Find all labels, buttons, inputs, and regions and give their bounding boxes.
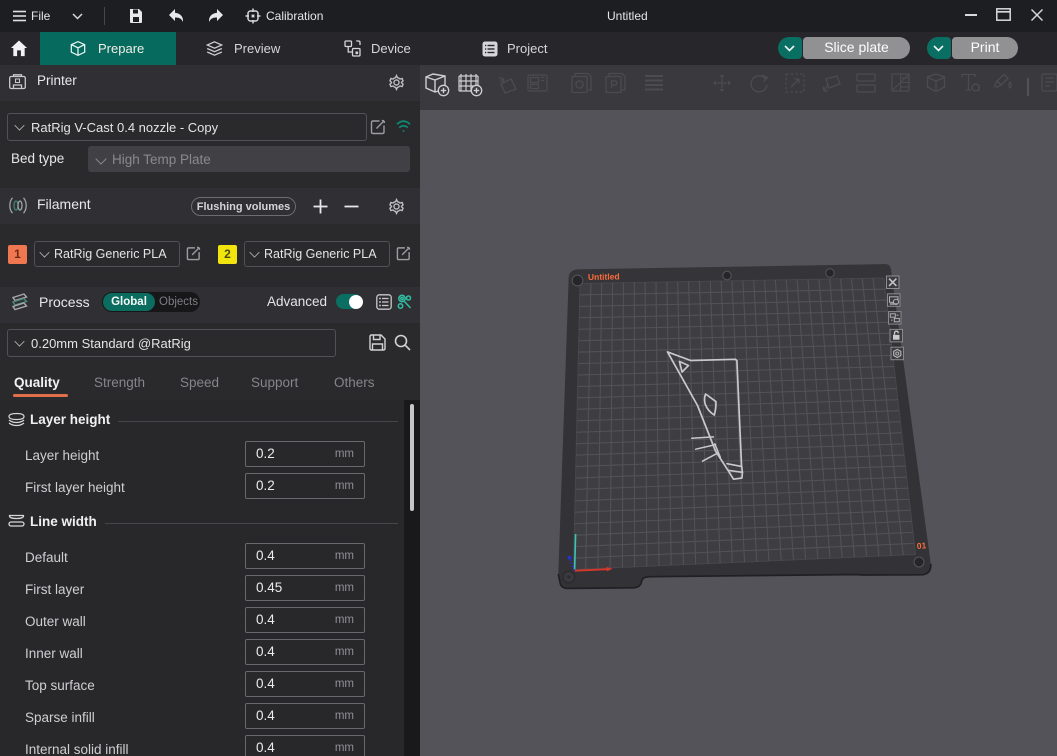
svg-text:01: 01 <box>916 540 926 551</box>
svg-text:Untitled: Untitled <box>588 271 620 282</box>
